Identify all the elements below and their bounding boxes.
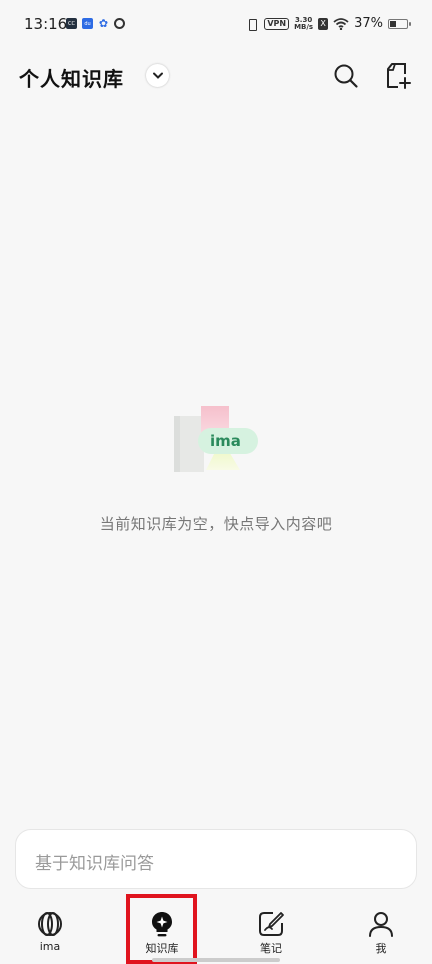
- speed-unit: MB/s: [294, 22, 314, 31]
- baidu-icon: du: [82, 18, 93, 29]
- bottom-nav: ima 知识库 笔记 我: [0, 900, 432, 964]
- search-icon: [334, 64, 358, 88]
- page-title: 个人知识库: [19, 67, 124, 91]
- knowledge-base-dropdown[interactable]: [146, 64, 169, 87]
- nav-label-me: 我: [375, 942, 387, 955]
- chevron-down-icon: [152, 72, 163, 79]
- header: 个人知识库: [0, 50, 432, 102]
- status-time: 13:16: [24, 15, 68, 33]
- nav-item-ima[interactable]: ima: [15, 900, 85, 962]
- status-bar: 13:16 CC du ✿ VPN 3.30 MB/s X 37%: [0, 0, 432, 50]
- empty-illustration: ima: [172, 404, 260, 474]
- nav-item-notes[interactable]: 笔记: [236, 900, 306, 962]
- note-pen-icon: [259, 912, 284, 936]
- network-speed: 3.30 MB/s: [294, 16, 314, 31]
- battery-icon: [388, 18, 411, 29]
- ask-input-placeholder: 基于知识库问答: [35, 854, 154, 874]
- nav-label-ima: ima: [39, 940, 61, 953]
- nav-item-me[interactable]: 我: [346, 900, 416, 962]
- cc-icon: CC: [66, 18, 77, 29]
- search-button[interactable]: [332, 62, 360, 90]
- vibrate-icon: [245, 18, 259, 31]
- battery-percent: 37%: [354, 16, 383, 31]
- add-document-button[interactable]: [385, 61, 413, 91]
- nav-label-notes: 笔记: [260, 942, 282, 955]
- status-indicators: VPN 3.30 MB/s X 37%: [245, 16, 411, 31]
- ima-logo-text: ima: [210, 432, 241, 450]
- add-document-icon: [387, 63, 411, 89]
- ask-input[interactable]: 基于知识库问答: [15, 829, 417, 889]
- paw-icon: ✿: [98, 17, 109, 30]
- ring-icon: [114, 18, 125, 29]
- selected-nav-highlight: [126, 894, 197, 964]
- wifi-icon: [333, 17, 349, 30]
- status-app-icons: CC du ✿: [66, 17, 125, 30]
- empty-state-message: 当前知识库为空，快点导入内容吧: [99, 515, 333, 533]
- ima-icon: [38, 912, 62, 936]
- x-badge-icon: X: [318, 17, 329, 30]
- vpn-badge: VPN: [264, 17, 290, 30]
- person-icon: [369, 912, 393, 937]
- home-indicator[interactable]: [152, 958, 280, 962]
